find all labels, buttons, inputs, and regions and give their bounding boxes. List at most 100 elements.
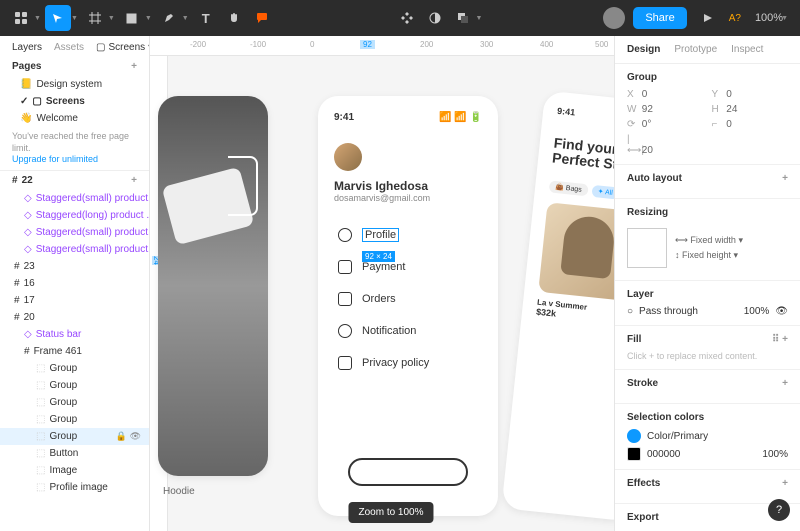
fixed-height-select[interactable]: ↕ Fixed height ▾ — [675, 248, 743, 263]
fill-hint: Click + to replace mixed content. — [627, 351, 788, 361]
effects-label: Effects — [627, 478, 660, 489]
comment-tool-icon[interactable] — [249, 5, 275, 31]
color-swatch[interactable] — [627, 447, 641, 461]
layer-item-selected[interactable]: ⬚Group🔒 👁 — [0, 428, 149, 445]
add-autolayout-button[interactable]: + — [782, 173, 788, 184]
color-hex[interactable]: 000000 — [647, 449, 680, 460]
zoom-level[interactable]: 100% — [755, 12, 783, 24]
rotation-input[interactable]: 0° — [642, 119, 652, 130]
chevron-down-icon[interactable]: ▼ — [108, 15, 115, 22]
profile-avatar — [334, 143, 362, 171]
bell-icon — [338, 324, 352, 338]
horizontal-ruler[interactable]: -200 -100 0 92 200 300 400 500 — [150, 36, 614, 56]
blend-mode-select[interactable]: Pass through — [639, 306, 698, 317]
chevron-down-icon[interactable]: ▼ — [145, 15, 152, 22]
artboard-shop[interactable]: 9:41 ☰ Find your Perfect Sty 👜 Bags ✦ Al… — [501, 90, 614, 521]
group-heading: Group — [627, 72, 657, 83]
menu-profile[interactable]: Profile92 × 24 — [334, 219, 482, 251]
w-input[interactable]: 92 — [642, 104, 653, 115]
layer-item[interactable]: ⬚Group — [0, 360, 149, 377]
layer-item[interactable]: ◇Staggered(small) product... — [0, 241, 149, 258]
user-avatar[interactable] — [603, 7, 625, 29]
layer-item[interactable]: #Frame 461 — [0, 343, 149, 360]
artboard-menu[interactable]: 9:41📶 📶 🔋 Marvis Ighedosa dosamarvis@gma… — [318, 96, 498, 516]
layer-item[interactable]: ⬚Profile image — [0, 479, 149, 496]
visibility-icon[interactable]: 👁 — [775, 306, 788, 317]
pen-tool-icon[interactable] — [156, 5, 182, 31]
color-swatch[interactable] — [627, 429, 641, 443]
y-input[interactable]: 0 — [726, 89, 732, 100]
menu-notification[interactable]: Notification — [334, 315, 482, 347]
zoom-toast: Zoom to 100% — [348, 502, 433, 523]
layer-item[interactable]: ⬚Group — [0, 377, 149, 394]
page-item[interactable]: 📒Design system — [0, 76, 149, 93]
corner-input[interactable]: 0 — [726, 119, 732, 130]
layer-item[interactable]: ⬚Button — [0, 445, 149, 462]
color-opacity[interactable]: 100% — [762, 449, 788, 460]
frame-section[interactable]: #22+ — [0, 170, 149, 190]
selection-size-badge: 92 × 24 — [362, 251, 395, 262]
menu-payment[interactable]: Payment — [334, 251, 482, 283]
help-button[interactable]: ? — [768, 499, 790, 521]
chevron-down-icon[interactable]: ▼ — [71, 15, 78, 22]
opacity-input[interactable]: 100% — [744, 306, 770, 317]
layer-item[interactable]: ⬚Group — [0, 411, 149, 428]
bag-icon — [338, 292, 352, 306]
tab-assets[interactable]: Assets — [54, 42, 84, 53]
fill-style-button[interactable]: ⠿ + — [772, 334, 788, 345]
frame-section[interactable]: #16 — [0, 275, 149, 292]
menu-privacy[interactable]: Privacy policy — [334, 347, 482, 379]
chevron-down-icon[interactable]: ▼ — [781, 15, 788, 22]
pages-label: Pages — [12, 61, 41, 72]
status-bar: 9:41📶 📶 🔋 — [334, 112, 482, 123]
layer-item[interactable]: ◇Status bar — [0, 326, 149, 343]
chevron-down-icon[interactable]: ▼ — [34, 15, 41, 22]
selection-colors-label: Selection colors — [627, 412, 704, 423]
h-input[interactable]: 24 — [726, 104, 737, 115]
layer-item[interactable]: ⬚Image — [0, 462, 149, 479]
tab-design[interactable]: Design — [627, 44, 660, 55]
layer-item[interactable]: ⬚Group — [0, 394, 149, 411]
tab-inspect[interactable]: Inspect — [731, 44, 763, 55]
move-tool-icon[interactable] — [45, 5, 71, 31]
tab-layers[interactable]: Layers — [12, 42, 42, 53]
figma-menu-icon[interactable] — [8, 5, 34, 31]
chevron-down-icon[interactable]: ▼ — [476, 15, 483, 22]
page-item[interactable]: ✓▢Screens — [0, 93, 149, 110]
add-effect-button[interactable]: + — [782, 478, 788, 489]
upgrade-link[interactable]: Upgrade for unlimited — [12, 154, 98, 164]
text-tool-icon[interactable]: T — [193, 5, 219, 31]
lock-icon[interactable]: 🔒 👁 — [116, 431, 141, 442]
review-badge[interactable]: A? — [729, 13, 741, 24]
artboard-sneaker[interactable] — [158, 96, 268, 476]
frame-section[interactable]: #20 — [0, 309, 149, 326]
hand-tool-icon[interactable] — [221, 5, 247, 31]
add-stroke-button[interactable]: + — [782, 378, 788, 389]
resizing-label: Resizing — [627, 207, 668, 218]
component-icon[interactable] — [394, 5, 420, 31]
mask-icon[interactable] — [422, 5, 448, 31]
page-item[interactable]: 👋Welcome — [0, 110, 149, 127]
menu-orders[interactable]: Orders — [334, 283, 482, 315]
shape-tool-icon[interactable] — [119, 5, 145, 31]
hero-title: Find your Perfect Sty — [551, 136, 614, 177]
chevron-down-icon[interactable]: ▼ — [182, 15, 189, 22]
status-time: 9:41 — [557, 106, 614, 127]
tab-prototype[interactable]: Prototype — [674, 44, 717, 55]
file-dropdown[interactable]: ▢ Screens ▾ — [96, 42, 150, 53]
frame-tool-icon[interactable] — [82, 5, 108, 31]
spacing-input[interactable]: 20 — [642, 145, 653, 156]
present-icon[interactable] — [695, 5, 721, 31]
boolean-icon[interactable] — [450, 5, 476, 31]
layer-item[interactable]: ◇Staggered(small) product... — [0, 190, 149, 207]
resize-preview[interactable] — [627, 228, 667, 268]
x-input[interactable]: 0 — [642, 89, 648, 100]
fixed-width-select[interactable]: ⟷ Fixed width ▾ — [675, 233, 743, 248]
frame-section[interactable]: #23 — [0, 258, 149, 275]
export-label: Export — [627, 512, 659, 523]
frame-section[interactable]: #17 — [0, 292, 149, 309]
layer-item[interactable]: ◇Staggered(long) product ... — [0, 207, 149, 224]
add-page-button[interactable]: + — [131, 61, 137, 72]
share-button[interactable]: Share — [633, 7, 686, 29]
layer-item[interactable]: ◇Staggered(small) product... — [0, 224, 149, 241]
